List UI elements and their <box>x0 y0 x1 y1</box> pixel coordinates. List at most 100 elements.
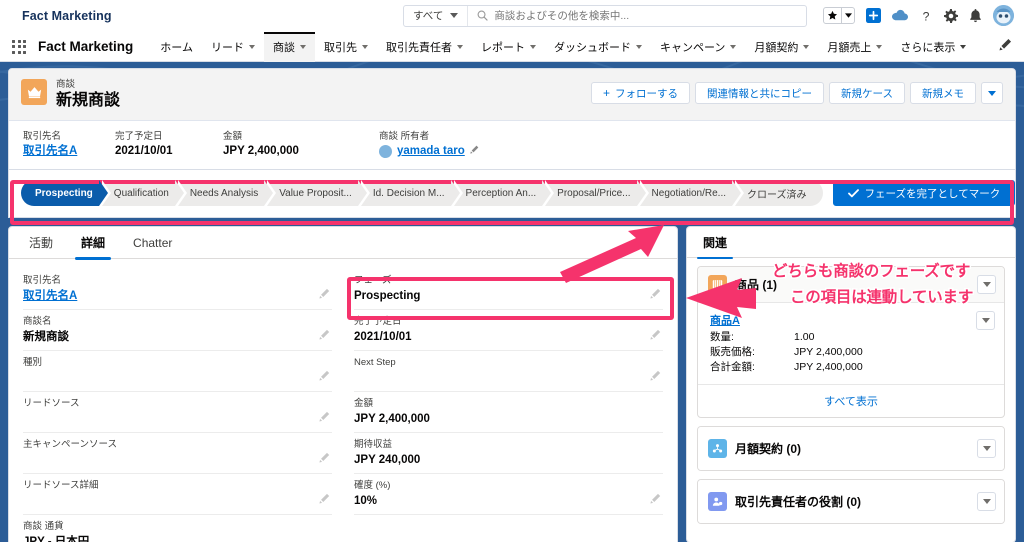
nav-item-8[interactable]: キャンペーン <box>651 32 745 62</box>
favorites-star-icon[interactable] <box>824 8 841 23</box>
detail-field: 金額 JPY 2,400,000 <box>354 392 663 433</box>
edit-field-pencil-icon[interactable] <box>650 327 661 345</box>
annotation-note-2: この項目は連動しています <box>788 288 974 308</box>
record-action-1[interactable]: + フォローする <box>591 82 691 104</box>
nav-item-9[interactable]: 月額契約 <box>745 32 818 62</box>
detail-field: 期待収益 JPY 240,000 <box>354 433 663 474</box>
path-stage-8[interactable]: Negotiation/Re... <box>639 180 744 206</box>
edit-field-pencil-icon[interactable] <box>650 286 661 304</box>
edit-field-pencil-icon[interactable] <box>319 286 330 304</box>
avatar[interactable] <box>993 5 1014 26</box>
highlight-field-value[interactable]: yamada taro <box>379 143 479 159</box>
search-scope-label: すべて <box>413 10 444 22</box>
setup-gear-icon[interactable] <box>944 8 958 23</box>
nav-item-3[interactable]: 商談 <box>263 30 315 62</box>
record-action-4[interactable]: 新規メモ <box>910 82 976 104</box>
edit-field-pencil-icon[interactable] <box>319 368 330 386</box>
add-icon[interactable] <box>866 8 881 23</box>
path-stage-3[interactable]: Needs Analysis <box>177 180 277 206</box>
path-stage-5[interactable]: Id. Decision M... <box>360 180 463 206</box>
chevron-down-icon[interactable] <box>960 44 967 49</box>
nav-item-7[interactable]: ダッシュボード <box>545 32 651 62</box>
nav-item-4[interactable]: 取引先 <box>315 32 377 62</box>
nav-item-11[interactable]: さらに表示 <box>891 32 975 62</box>
chevron-down-icon[interactable] <box>635 44 642 49</box>
tab-related[interactable]: 関連 <box>696 226 734 259</box>
chevron-down-icon[interactable] <box>248 44 255 49</box>
related-item-menu-button[interactable] <box>976 311 995 330</box>
chevron-down-icon[interactable] <box>361 44 368 49</box>
chevron-down-icon[interactable] <box>876 44 883 49</box>
record-actions-more-button[interactable] <box>981 82 1003 104</box>
highlight-field-link[interactable]: 取引先名A <box>23 145 77 157</box>
nav-item-2[interactable]: リード <box>202 32 264 62</box>
nav-item-6[interactable]: レポート <box>472 32 545 62</box>
salesforce-opportunity-page: Fact Marketing すべて 商談およびその他を検索中... ? Fac… <box>0 0 1024 542</box>
chevron-down-icon[interactable] <box>529 44 536 49</box>
global-search[interactable]: すべて <box>403 4 807 27</box>
path-stage-7[interactable]: Proposal/Price... <box>545 180 649 206</box>
chevron-down-icon[interactable] <box>803 44 810 49</box>
detail-field-label: 金額 <box>354 398 374 409</box>
annotation-note-1: どちらも商談のフェーズです <box>770 262 971 282</box>
chevron-down-icon[interactable] <box>299 44 306 49</box>
detail-field-value: JPY 240,000 <box>354 454 421 466</box>
tab-3[interactable]: Chatter <box>119 227 186 259</box>
edit-field-pencil-icon[interactable] <box>319 491 330 509</box>
path-stage-9[interactable]: クローズ済み <box>735 180 823 206</box>
detail-field-label: 期待収益 <box>354 439 393 450</box>
chevron-down-icon[interactable] <box>730 44 737 49</box>
detail-field-label: 主キャンペーンソース <box>23 439 118 450</box>
edit-field-pencil-icon[interactable] <box>319 409 330 427</box>
tab-1[interactable]: 活動 <box>15 227 67 259</box>
path-stage-6[interactable]: Perception An... <box>453 180 554 206</box>
edit-nav-pencil-icon[interactable] <box>999 38 1012 56</box>
related-list-menu-button[interactable] <box>977 439 996 458</box>
detail-field-link[interactable]: 取引先名A <box>23 290 77 302</box>
related-list-item: 商品A 数量: 1.00 販売価格: JPY 2,400,000 合計金額: JPY 2,4… <box>698 302 1004 384</box>
chevron-down-icon <box>450 13 459 18</box>
notifications-bell-icon[interactable] <box>969 8 982 23</box>
related-list-menu-button[interactable] <box>977 492 996 511</box>
path-stage-2[interactable]: Qualification <box>101 180 187 206</box>
record-object-label: 商談 <box>56 79 76 90</box>
path-stage-1[interactable]: Prospecting <box>21 180 111 206</box>
detail-field-label: リードソース <box>23 398 80 409</box>
edit-field-pencil-icon[interactable] <box>650 368 661 386</box>
detail-field-value[interactable]: 取引先名A <box>23 288 332 305</box>
nav-item-1[interactable]: ホーム <box>151 32 202 62</box>
search-input[interactable] <box>494 5 806 26</box>
tab-2[interactable]: 詳細 <box>67 227 119 260</box>
related-list-menu-button[interactable] <box>977 275 996 294</box>
favorites-caret-icon[interactable] <box>841 8 854 23</box>
path-stage-4[interactable]: Value Proposit... <box>267 180 370 206</box>
nav-item-5[interactable]: 取引先責任者 <box>377 32 472 62</box>
help-icon[interactable]: ? <box>919 9 933 23</box>
owner-avatar <box>379 144 392 158</box>
highlight-field-2: 完了予定日 2021/10/01 <box>115 130 223 159</box>
chevron-down-icon[interactable] <box>456 44 463 49</box>
edit-field-pencil-icon[interactable] <box>319 450 330 468</box>
svg-text:?: ? <box>923 9 930 23</box>
favorites-group[interactable] <box>823 7 855 24</box>
related-tabs: 関連 <box>686 226 1016 259</box>
edit-field-pencil-icon[interactable] <box>650 491 661 509</box>
related-list-view-all[interactable]: すべて表示 <box>698 384 1004 417</box>
path-stage-label: Needs Analysis <box>189 187 259 199</box>
related-list-header[interactable]: 取引先責任者の役割 (0) <box>698 480 1004 523</box>
owner-link[interactable]: yamada taro <box>397 143 465 159</box>
nav-item-10[interactable]: 月額売上 <box>818 32 891 62</box>
mark-stage-complete-button[interactable]: フェーズを完了としてマーク <box>832 180 1016 206</box>
record-action-2[interactable]: 関連情報と共にコピー <box>695 82 825 104</box>
highlight-field-value: 2021/10/01 <box>115 145 173 157</box>
record-action-3[interactable]: 新規ケース <box>829 82 905 104</box>
app-launcher-icon[interactable] <box>12 39 26 54</box>
edit-field-pencil-icon[interactable] <box>319 327 330 345</box>
related-list-header[interactable]: 月額契約 (0) <box>698 427 1004 470</box>
related-item-link[interactable]: 商品A <box>710 312 994 328</box>
cloud-icon[interactable] <box>892 9 908 22</box>
highlight-field-3: 金額 JPY 2,400,000 <box>223 130 379 159</box>
highlight-field-value[interactable]: 取引先名A <box>23 143 115 159</box>
edit-owner-pencil-icon[interactable] <box>470 143 479 159</box>
search-scope-selector[interactable]: すべて <box>404 5 469 26</box>
